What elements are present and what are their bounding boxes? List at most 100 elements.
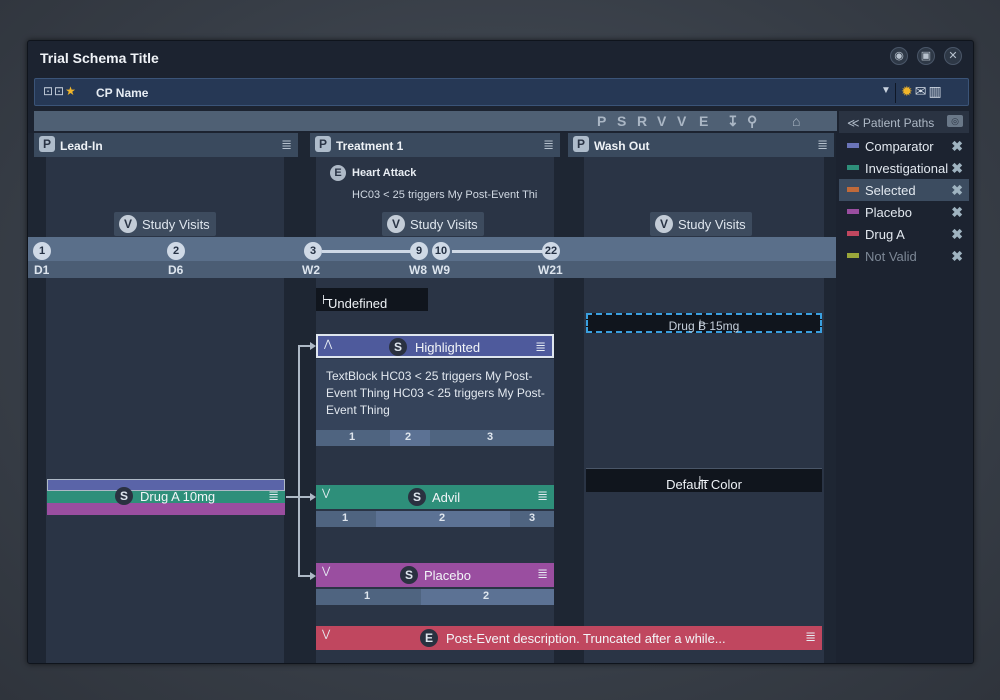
- star-icon[interactable]: ★: [65, 84, 77, 98]
- phase-name: Treatment 1: [336, 139, 404, 153]
- visit-marker[interactable]: 22: [542, 242, 560, 260]
- visit-number: 2: [439, 512, 446, 524]
- add-phase-tool[interactable]: P: [597, 113, 606, 129]
- path-connector: [298, 345, 300, 577]
- visit-icon: V: [119, 215, 137, 233]
- default-color-segment[interactable]: ⊢ Default Color: [586, 468, 822, 492]
- divider: [895, 83, 896, 103]
- drug-a-segment[interactable]: S Drug A 10mg ≣: [47, 479, 285, 515]
- menu-icon[interactable]: ≣: [537, 566, 548, 582]
- swatch: [847, 187, 859, 192]
- add-segment-tool[interactable]: S: [617, 113, 626, 129]
- gear-icon[interactable]: ✹: [901, 83, 915, 99]
- search-icon[interactable]: ⚲: [747, 113, 757, 130]
- highlighted-segment[interactable]: ⋀ S Highlighted ≣: [316, 334, 554, 358]
- study-visits-label: Study Visits: [410, 217, 478, 232]
- visit-span-line: [452, 250, 544, 253]
- remove-icon[interactable]: ✖: [951, 182, 963, 199]
- trash-icon[interactable]: ⌂: [792, 113, 800, 129]
- patient-paths-header[interactable]: ≪ Patient Paths ◎: [839, 111, 969, 133]
- day-label: D1: [34, 263, 50, 277]
- path-item-selected[interactable]: Selected ✖: [839, 179, 969, 201]
- remove-icon[interactable]: ✖: [951, 160, 963, 177]
- cp-lock-icons[interactable]: ⊡⊡★: [43, 84, 77, 98]
- add-visit-tool[interactable]: V: [657, 113, 666, 129]
- cp-bar: ⊡⊡★ CP Name ▼ ✹✉▥: [34, 78, 969, 106]
- visit-marker[interactable]: 1: [33, 242, 51, 260]
- menu-icon[interactable]: ≣: [543, 137, 554, 153]
- event-heart-attack[interactable]: E Heart Attack HC03 < 25 triggers My Pos…: [316, 157, 554, 207]
- visit-marker[interactable]: 2: [167, 242, 185, 260]
- advil-segment[interactable]: ⋁ S Advil ≣: [316, 485, 554, 509]
- add-r-tool[interactable]: R: [637, 113, 647, 129]
- camera-icon[interactable]: ◎: [947, 115, 963, 127]
- segment-label: Advil: [432, 490, 461, 505]
- add-visit-multi-tool[interactable]: V: [677, 113, 686, 129]
- cp-name[interactable]: CP Name: [96, 86, 148, 100]
- visit-marker[interactable]: 3: [304, 242, 322, 260]
- collapse-icon[interactable]: ⋀: [324, 339, 332, 350]
- expand-icon[interactable]: ⋁: [322, 629, 330, 640]
- text-block-content: TextBlock HC03 < 25 triggers My Post-Eve…: [326, 369, 545, 417]
- display-icon[interactable]: ▣: [917, 47, 935, 65]
- phase-header-treatment-1[interactable]: P Treatment 1 ≣: [310, 133, 560, 157]
- phase-name: Lead-In: [60, 139, 103, 153]
- path-item-placebo[interactable]: Placebo ✖: [839, 201, 969, 223]
- menu-icon[interactable]: ≣: [805, 629, 816, 645]
- path-label: Drug A: [865, 227, 905, 242]
- text-block: TextBlock HC03 < 25 triggers My Post-Eve…: [316, 359, 554, 430]
- drug-b-segment[interactable]: ⊢ Drug B 15mg: [586, 313, 822, 333]
- remove-icon[interactable]: ✖: [951, 248, 963, 265]
- visit-number: 3: [487, 431, 494, 443]
- path-item-drug-a[interactable]: Drug A ✖: [839, 223, 969, 245]
- event-icon: E: [420, 629, 438, 647]
- swatch: [847, 253, 859, 258]
- menu-icon[interactable]: ≣: [281, 137, 292, 153]
- placebo-segment[interactable]: ⋁ S Placebo ≣: [316, 563, 554, 587]
- book-icon[interactable]: ▥: [928, 83, 943, 99]
- study-visits-lead-in[interactable]: V Study Visits: [114, 212, 216, 236]
- path-item-comparator[interactable]: Comparator ✖: [839, 135, 969, 157]
- add-event-tool[interactable]: E: [699, 113, 708, 129]
- event-description: HC03 < 25 triggers My Post-Event Thi: [352, 189, 538, 201]
- post-event-label: Post-Event description. Truncated after …: [446, 631, 726, 646]
- expand-icon[interactable]: ⋁: [322, 566, 330, 577]
- path-label: Not Valid: [865, 249, 917, 264]
- study-visits-wash-out[interactable]: V Study Visits: [650, 212, 752, 236]
- visit-marker[interactable]: 10: [432, 242, 450, 260]
- visit-number: 2: [483, 590, 490, 602]
- comment-icon[interactable]: ✉: [915, 83, 929, 99]
- path-connector: [298, 345, 310, 347]
- remove-icon[interactable]: ✖: [951, 138, 963, 155]
- visit-marker[interactable]: 9: [410, 242, 428, 260]
- title-bar: Trial Schema Title ◉ ▣ ✕: [28, 41, 973, 74]
- phase-icon: P: [39, 136, 55, 152]
- menu-icon[interactable]: ≣: [537, 488, 548, 504]
- phase-header-lead-in[interactable]: P Lead-In ≣: [34, 133, 298, 157]
- menu-icon[interactable]: ≣: [535, 339, 546, 355]
- day-label: W9: [432, 263, 450, 277]
- study-visits-treatment[interactable]: V Study Visits: [382, 212, 484, 236]
- path-item-investigational[interactable]: Investigational ✖: [839, 157, 969, 179]
- visit-span-line: [322, 250, 414, 253]
- phase-header-wash-out[interactable]: P Wash Out ≣: [568, 133, 834, 157]
- path-item-not-valid[interactable]: Not Valid ✖: [839, 245, 969, 267]
- close-icon[interactable]: ✕: [944, 47, 962, 65]
- view-icon[interactable]: ◉: [890, 47, 908, 65]
- phase-icon: P: [315, 136, 331, 152]
- visit-icon: V: [387, 215, 405, 233]
- patient-paths-list: Comparator ✖ Investigational ✖ Selected ✖ P…: [839, 135, 969, 267]
- remove-icon[interactable]: ✖: [951, 204, 963, 221]
- menu-icon[interactable]: ≣: [817, 137, 828, 153]
- post-event-bar[interactable]: ⋁ E Post-Event description. Truncated af…: [316, 626, 822, 650]
- window-title: Trial Schema Title: [40, 50, 159, 66]
- filter-icon[interactable]: ↧: [727, 113, 739, 130]
- chevron-down-icon[interactable]: ▼: [881, 85, 891, 96]
- path-label: Investigational: [865, 161, 949, 176]
- undefined-item[interactable]: ⊢ Undefined: [316, 288, 428, 311]
- study-visits-label: Study Visits: [678, 217, 746, 232]
- expand-icon[interactable]: ⋁: [322, 488, 330, 499]
- day-label: D6: [168, 263, 184, 277]
- menu-icon[interactable]: ≣: [268, 488, 279, 504]
- remove-icon[interactable]: ✖: [951, 226, 963, 243]
